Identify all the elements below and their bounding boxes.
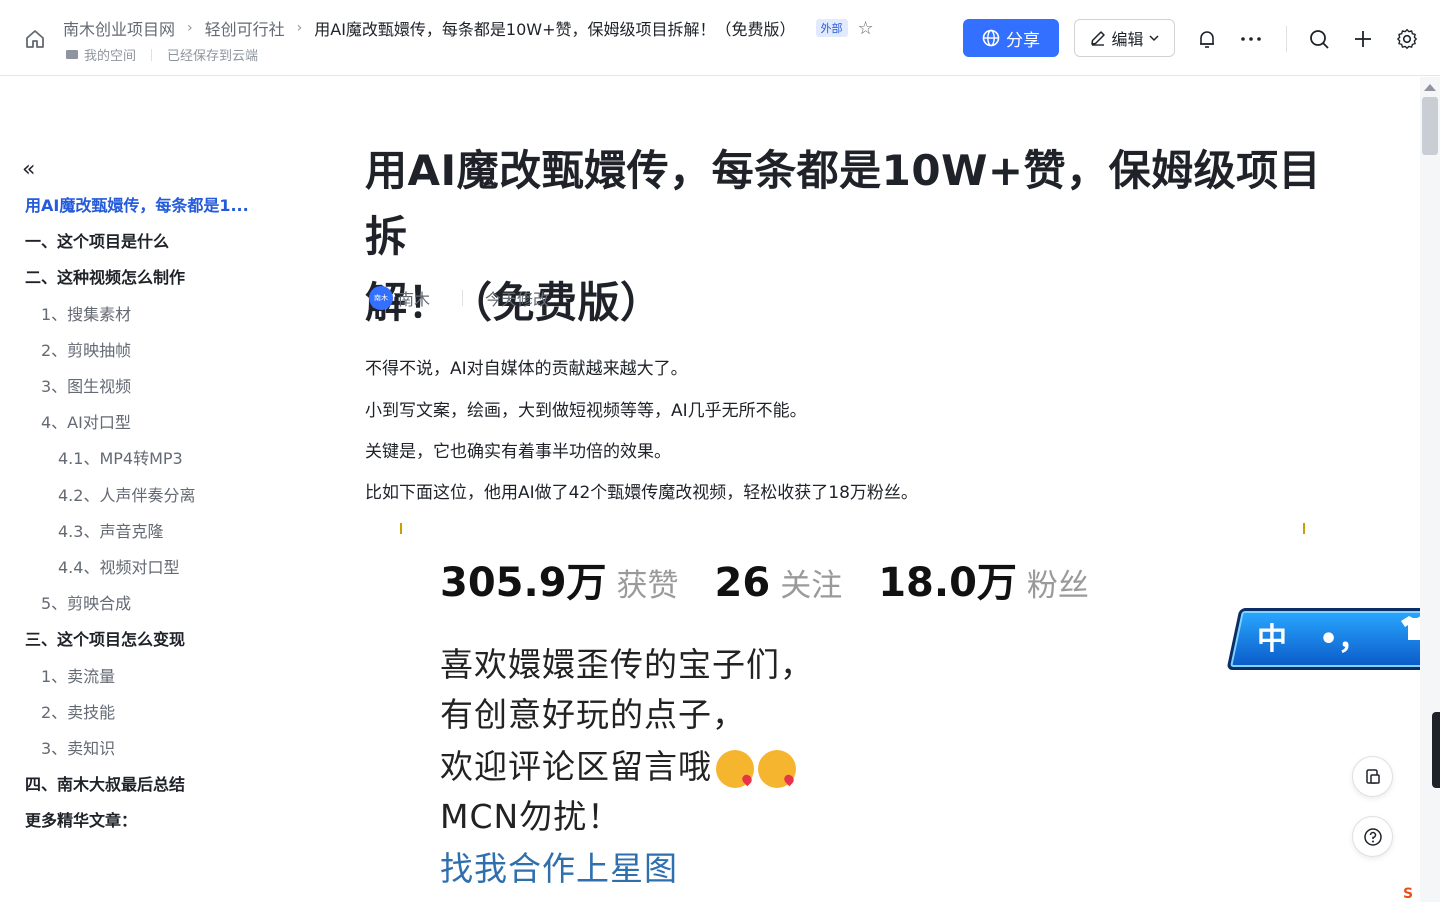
star-icon[interactable]: ☆ [858,18,874,39]
table-of-contents: « 用AI魔改甄嬛传，每条都是1... 一、这个项目是什么 二、这种视频怎么制作 1、… [0,77,340,902]
divider [151,48,153,61]
author-name[interactable]: 南木 [398,286,430,310]
gear-icon[interactable] [1394,26,1420,52]
title-line: 用AI魔改甄嬛传，每条都是10W+赞，保姆级项目拆 [365,146,1322,261]
chevron-right-icon: › [187,20,193,36]
ime-content: 中 •， [1257,614,1430,658]
toc-item[interactable]: 1、搜集素材 [41,301,131,325]
crop-handle [1303,523,1305,534]
toc-item[interactable]: 4、AI对口型 [41,409,131,433]
stat-number: 305.9万 [440,560,607,606]
plus-icon[interactable] [1350,26,1376,52]
collapse-toc-icon[interactable]: « [22,157,35,182]
divider [1286,26,1287,52]
breadcrumb-current[interactable]: 用AI魔改甄嬛传，每条都是10W+赞，保姆级项目拆解！（免费版） [314,16,795,40]
bio-line: 找我合作上星图 [440,849,678,888]
home-icon[interactable] [22,26,48,52]
document-outline-button[interactable] [1352,756,1393,797]
toc-item[interactable]: 5、剪映合成 [41,590,131,614]
stat-label: 粉丝 [1026,568,1089,604]
toc-item[interactable]: 一、这个项目是什么 [25,228,169,252]
toc-item[interactable]: 3、卖知识 [41,735,115,759]
globe-icon [982,29,1000,47]
toc-item[interactable]: 2、剪映抽帧 [41,337,131,361]
share-button[interactable]: 分享 [963,19,1059,57]
space-link[interactable]: 我的空间 [84,45,136,64]
kiss-emoji-icon [716,749,754,788]
divider [462,290,464,306]
external-badge: 外部 [815,19,848,37]
top-header: 南木创业项目网 › 轻创可行社 › 用AI魔改甄嬛传，每条都是10W+赞，保姆级… [0,0,1440,76]
breadcrumb-root[interactable]: 南木创业项目网 [63,16,175,40]
stat-label: 关注 [780,568,843,604]
toc-item[interactable]: 4.3、声音克隆 [58,518,163,542]
help-button[interactable] [1352,816,1393,857]
kiss-emoji-icon [758,749,796,788]
toc-item[interactable]: 1、卖流量 [41,663,115,687]
toc-item[interactable]: 四、南木大叔最后总结 [25,771,185,795]
scrollbar-thumb[interactable] [1422,97,1438,155]
pencil-icon [1091,31,1106,46]
paragraph: 关键是，它也确实有着事半功倍的效果。 [365,442,671,462]
toc-item[interactable]: 4.4、视频对口型 [58,554,179,578]
scroll-up-arrow-icon[interactable] [1424,84,1436,91]
breadcrumb: 南木创业项目网 › 轻创可行社 › 用AI魔改甄嬛传，每条都是10W+赞，保姆级… [63,16,874,40]
doc-location: 我的空间 已经保存到云端 [66,45,258,64]
paragraph: 比如下面这位，他用AI做了42个甄嬛传魔改视频，轻松收获了18万粉丝。 [365,483,918,503]
side-panel-edge[interactable] [1432,712,1440,788]
toc-item[interactable]: 三、这个项目怎么变现 [25,626,185,650]
ime-toolbar[interactable]: 中 •， [1217,600,1440,676]
doc-icon [1365,768,1380,784]
bio-line: 欢迎评论区留言哦 [440,740,796,788]
bio-line: 喜欢嬛嬛歪传的宝子们， [440,645,814,684]
toc-item[interactable]: 2、卖技能 [41,699,115,723]
modified-time: 今天修改 [485,290,550,309]
bio-line: 有创意好玩的点子， [440,695,746,734]
avatar[interactable]: 南木 [369,286,393,310]
bio-line: MCN勿扰！ [440,797,622,836]
folder-icon [66,50,78,59]
paragraph: 不得不说，AI对自媒体的贡献越来越大了。 [365,359,688,379]
ime-punct[interactable]: •， [1319,614,1368,658]
more-icon[interactable] [1238,26,1264,52]
s-logo-icon: S [1403,886,1414,902]
toc-item[interactable]: 3、图生视频 [41,373,131,397]
save-status: 已经保存到云端 [167,49,259,64]
crop-handle [400,523,402,534]
stat-number: 26 [714,560,771,606]
profile-stats: 305.9万 获赞 26 关注 18.0万 粉丝 [440,550,1125,608]
edit-button[interactable]: 编辑 [1074,19,1175,57]
chevron-down-icon [1148,35,1159,42]
toc-item[interactable]: 4.1、MP4转MP3 [58,445,183,469]
bio-text: 欢迎评论区留言哦 [440,747,712,786]
paragraph: 小到写文案，绘画，大到做短视频等等，AI几乎无所不能。 [365,401,807,421]
chevron-right-icon: › [296,20,303,36]
toc-item[interactable]: 二、这种视频怎么制作 [25,264,185,288]
share-label: 分享 [1006,30,1040,51]
stat-label: 获赞 [616,568,679,604]
author-info: 南木 南木 今天修改 [369,286,549,310]
search-icon[interactable] [1306,26,1332,52]
edit-label: 编辑 [1111,30,1144,49]
bell-icon[interactable] [1194,26,1220,52]
breadcrumb-parent[interactable]: 轻创可行社 [205,16,285,40]
ime-mode[interactable]: 中 [1257,614,1287,658]
embedded-screenshot[interactable]: 305.9万 获赞 26 关注 18.0万 粉丝 喜欢嬛嬛歪传的宝子们， 有创意… [400,520,1305,902]
toc-item[interactable]: 4.2、人声伴奏分离 [58,482,195,506]
toc-item[interactable]: 更多精华文章： [25,807,137,831]
toc-item[interactable]: 用AI魔改甄嬛传，每条都是1... [25,192,249,216]
stat-number: 18.0万 [878,560,1017,606]
question-icon [1363,827,1382,846]
